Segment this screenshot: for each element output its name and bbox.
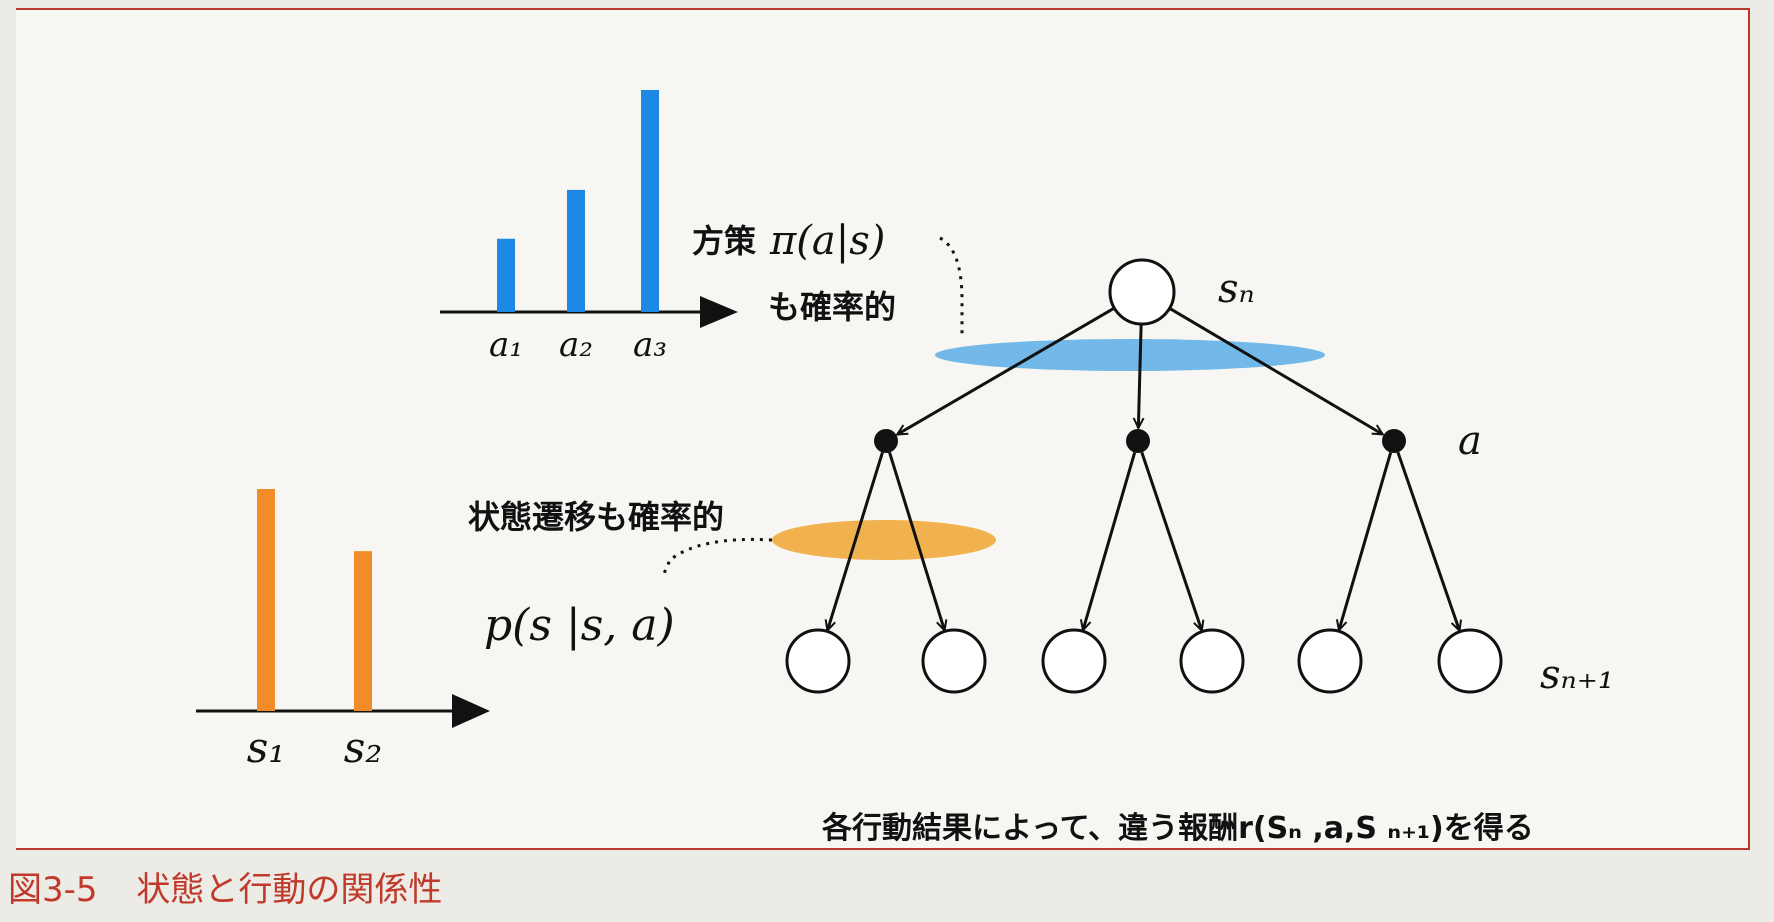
transition-axis-arrowhead — [452, 694, 490, 728]
transition-leader-line — [660, 537, 773, 579]
diagram-canvas: a₁ a₂ a₃ s₁ s₂ 方策 π(a|s) も確率的 状態遷移も確率的 p(s … — [196, 90, 1614, 846]
root-to-action-edge-1 — [897, 306, 1116, 436]
policy-tick-1: a₁ — [489, 325, 523, 365]
figure: a₁ a₂ a₃ s₁ s₂ 方策 π(a|s) も確率的 状態遷移も確率的 p(s … — [0, 0, 1774, 922]
reward-note: 各行動結果によって、違う報酬r(Sₙ ,a,S ₙ₊₁)を得る — [821, 811, 1534, 846]
root-to-action-edge-3 — [1168, 306, 1383, 436]
transition-ellipse — [772, 520, 996, 560]
figure-title: 状態と行動の関係性 — [136, 870, 443, 910]
leaf-state-label: sₙ₊₁ — [1540, 652, 1614, 698]
action-label: a — [1458, 418, 1482, 464]
policy-label-line2: も確率的 — [768, 288, 896, 326]
action-to-state-edge-3 — [1083, 452, 1137, 631]
transition-bar-1 — [257, 489, 275, 711]
transition-tick-2: s₂ — [344, 723, 382, 772]
action-to-state-edge-5 — [1339, 452, 1393, 631]
policy-tick-3: a₃ — [633, 325, 667, 365]
policy-tick-2: a₂ — [559, 325, 593, 365]
next-state-node-3 — [1041, 628, 1107, 694]
action-to-state-edge-6 — [1396, 451, 1460, 630]
policy-bar-1 — [497, 238, 515, 312]
next-state-node-1 — [785, 628, 851, 694]
next-state-node-5 — [1297, 628, 1363, 694]
action-node-1 — [874, 429, 898, 453]
policy-leader-line — [939, 236, 964, 338]
next-state-node-6 — [1437, 628, 1503, 694]
action-to-state-edge-4 — [1140, 451, 1202, 630]
transition-label: 状態遷移も確率的 — [468, 498, 724, 536]
root-state-node — [1108, 258, 1176, 326]
action-node-3 — [1382, 429, 1406, 453]
figure-number: 図3-5 — [8, 870, 98, 910]
transition-bar-2 — [354, 551, 372, 711]
next-state-node-4 — [1179, 628, 1245, 694]
policy-bar-3 — [641, 90, 659, 312]
transition-chart: s₁ s₂ — [196, 489, 490, 772]
root-state-label: sₙ — [1218, 266, 1255, 312]
policy-axis-arrowhead — [700, 296, 738, 328]
transition-tick-1: s₁ — [247, 723, 285, 772]
policy-bar-2 — [567, 189, 585, 312]
transition-formula: p(s |s, a) — [484, 600, 675, 651]
policy-label-prefix: 方策 — [692, 222, 756, 260]
action-node-2 — [1126, 429, 1150, 453]
next-state-node-2 — [921, 628, 987, 694]
figure-caption: 図3-5 状態と行動の関係性 — [8, 862, 442, 911]
policy-formula: π(a|s) — [769, 218, 885, 264]
